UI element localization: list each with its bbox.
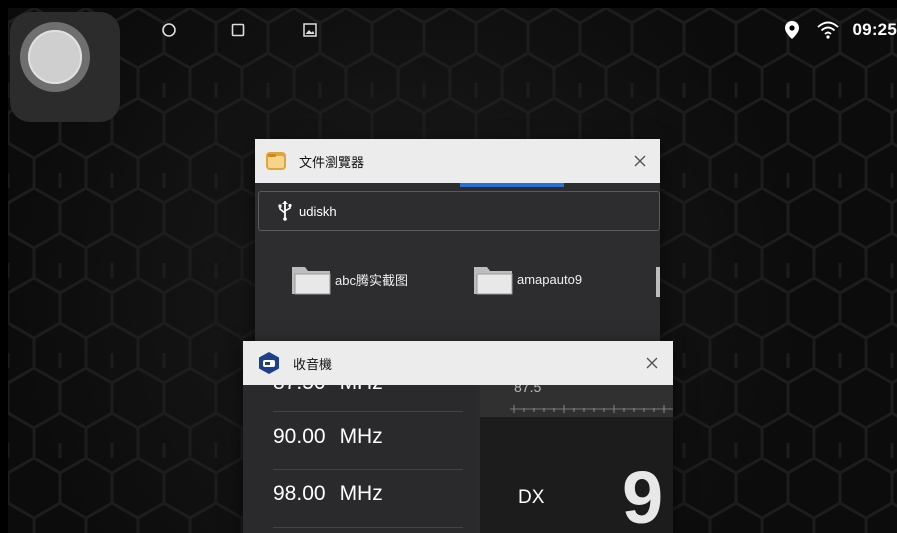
folder-label: amapauto9 [517,271,583,287]
preset-item[interactable]: 87.50MHz [273,385,383,395]
preset-list: 87.50MHz 90.00MHz 98.00MHz [243,385,478,533]
clock: 09:25 [852,20,897,39]
folder-item-partial[interactable] [656,267,660,297]
folder-label: abc腾实截图 [335,272,408,288]
recents-icon[interactable] [226,18,250,42]
home-icon[interactable] [157,18,181,42]
wifi-icon [815,19,841,41]
divider [273,527,463,528]
preset-item[interactable]: 98.00 MHz [273,482,383,506]
folder-item[interactable]: abc腾实截图 [291,263,408,295]
recent-card-file-browser[interactable]: 文件瀏覽器 udiskh abc腾实截图 amapauto9 [255,139,660,369]
assistive-touch-ring [20,22,90,92]
close-icon[interactable] [630,151,650,171]
folder-item[interactable]: amapauto9 [473,263,582,295]
card-title: 收音機 [293,356,333,372]
recent-card-radio[interactable]: 收音機 87.50MHz 90.00MHz 98.00MHz 87.5 [243,341,673,533]
tuner-panel: 87.5 DX 9 FM [480,385,673,533]
folder-icon [473,263,513,295]
close-icon[interactable] [642,353,662,373]
radio-app-icon [257,351,281,375]
frequency-scale[interactable]: 87.5 [480,385,673,417]
assistive-touch-knob [28,30,82,84]
tab-indicator [460,183,564,187]
status-bar: 09:25 [8,8,897,52]
file-browser-app-icon [265,150,287,172]
card-title: 文件瀏覽器 [299,154,365,170]
usb-icon [277,201,293,221]
dx-mode-label[interactable]: DX [518,487,544,509]
card-header: 文件瀏覽器 [255,139,660,183]
storage-path-label: udiskh [299,203,337,219]
scale-ticks [510,405,673,413]
folder-icon [291,263,331,295]
screenshot-icon[interactable] [298,18,322,42]
divider [273,469,463,470]
storage-path-bar[interactable]: udiskh [258,191,660,231]
current-frequency-display: 9 [622,456,664,533]
status-icons: 09:25 [781,8,897,52]
card-header: 收音機 [243,341,673,385]
location-pin-icon [781,19,803,41]
divider [273,411,463,412]
home-screen: 09:25 文件瀏覽器 udiskh abc腾实截图 amapauto9 收音機… [8,8,897,533]
assistive-touch-button[interactable] [10,12,120,122]
preset-item[interactable]: 90.00 MHz [273,425,383,449]
